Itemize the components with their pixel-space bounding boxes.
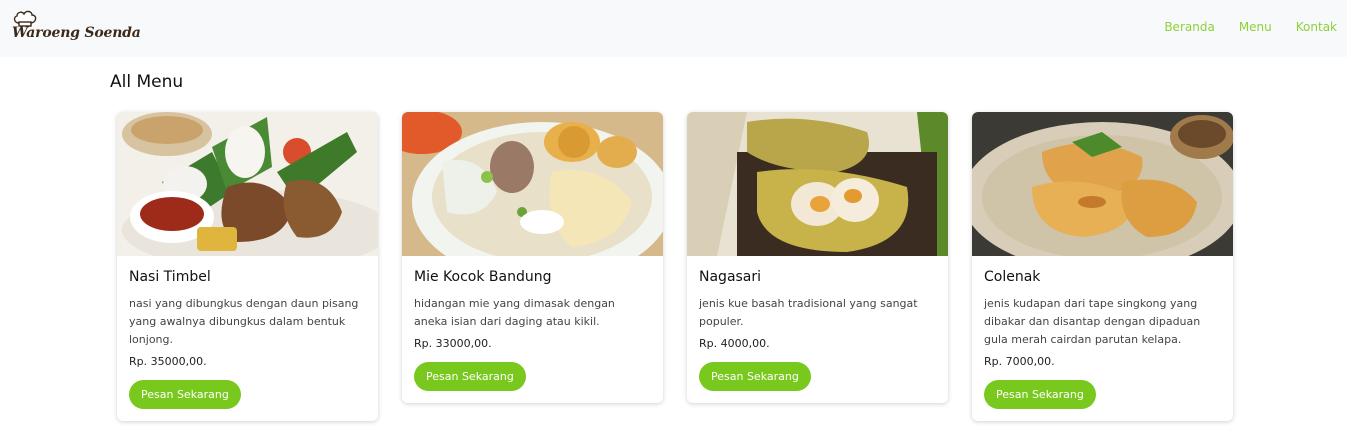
menu-image-mie-kocok-bandung [402,112,663,256]
order-button[interactable]: Pesan Sekarang [699,362,811,391]
order-button[interactable]: Pesan Sekarang [984,380,1096,409]
menu-name: Nagasari [699,269,762,285]
menu-name: Mie Kocok Bandung [414,269,552,285]
menu-name: Colenak [984,269,1041,285]
nav-link-menu[interactable]: Menu [1239,20,1272,34]
menu-price: Rp. 7000,00. [984,355,1055,368]
menu-image-nasi-timbel [117,112,378,256]
brand-name: Waroeng Soenda [12,25,141,41]
menu-description: nasi yang dibungkus dengan daun pisang y… [129,297,359,346]
menu-image-nagasari [687,112,948,256]
menu-card-nagasari: Nagasari jenis kue basah tradisional yan… [687,112,948,403]
menu-card-mie-kocok-bandung: Mie Kocok Bandung hidangan mie yang dima… [402,112,663,403]
menu-description: jenis kudapan dari tape singkong yang di… [984,297,1201,346]
order-button[interactable]: Pesan Sekarang [129,380,241,409]
menu-description: jenis kue basah tradisional yang sangat … [699,297,918,328]
order-button[interactable]: Pesan Sekarang [414,362,526,391]
nav-link-kontak[interactable]: Kontak [1296,20,1337,34]
menu-card-colenak: Colenak jenis kudapan dari tape singkong… [972,112,1233,421]
menu-image-colenak [972,112,1233,256]
menu-description: hidangan mie yang dimasak dengan aneka i… [414,297,615,328]
brand-logo[interactable]: Waroeng Soenda [12,9,141,41]
page-title: All Menu [110,72,184,92]
navbar: Waroeng Soenda Beranda Menu Kontak [0,0,1347,57]
menu-name: Nasi Timbel [129,269,211,285]
nav-links: Beranda Menu Kontak [1164,20,1337,34]
menu-price: Rp. 33000,00. [414,337,492,350]
menu-price: Rp. 4000,00. [699,337,770,350]
nav-link-beranda[interactable]: Beranda [1164,20,1214,34]
menu-card-nasi-timbel: Nasi Timbel nasi yang dibungkus dengan d… [117,112,378,421]
menu-price: Rp. 35000,00. [129,355,207,368]
